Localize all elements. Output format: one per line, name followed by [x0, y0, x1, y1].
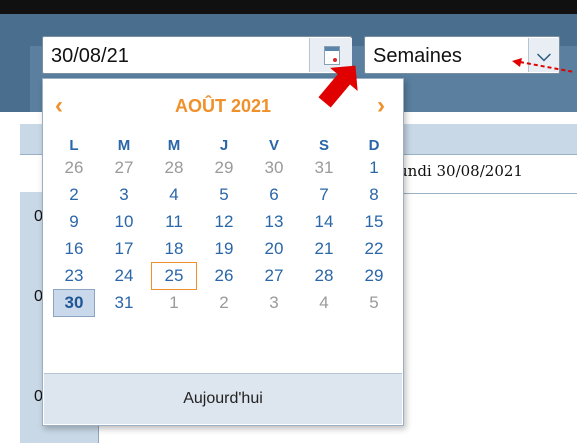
calendar-day[interactable]: 7 — [298, 183, 350, 207]
calendar-day[interactable]: 20 — [248, 237, 300, 261]
calendar-day[interactable]: 29 — [348, 264, 400, 288]
calendar-day[interactable]: 28 — [148, 156, 200, 180]
calendar-day[interactable]: 4 — [298, 291, 350, 315]
top-bar — [0, 0, 577, 14]
calendar-day-today[interactable]: 25 — [151, 262, 197, 290]
calendar-day[interactable]: 9 — [48, 210, 100, 234]
today-button[interactable]: Aujourd'hui — [44, 373, 402, 424]
calendar-day-selected[interactable]: 30 — [53, 289, 95, 317]
calendar-day[interactable]: 3 — [98, 183, 150, 207]
calendar-day[interactable]: 5 — [348, 291, 400, 315]
calendar-day[interactable]: 24 — [98, 264, 150, 288]
calendar-day[interactable]: 4 — [148, 183, 200, 207]
calendar-day[interactable]: 14 — [298, 210, 350, 234]
date-field[interactable]: 30/08/21 — [42, 36, 352, 74]
calendar-day[interactable]: 15 — [348, 210, 400, 234]
calendar-day[interactable]: 27 — [248, 264, 300, 288]
calendar-day[interactable]: 6 — [248, 183, 300, 207]
weekday-header: D — [368, 137, 380, 154]
calendar-day[interactable]: 5 — [198, 183, 250, 207]
calendar-day[interactable]: 26 — [198, 264, 250, 288]
calendar-day[interactable]: 2 — [48, 183, 100, 207]
annotation-arrow-icon — [318, 65, 358, 108]
calendar-day[interactable]: 31 — [298, 156, 350, 180]
calendar-day[interactable]: 26 — [48, 156, 100, 180]
next-month-button[interactable]: › — [377, 92, 385, 120]
weekday-header: J — [219, 137, 229, 154]
calendar-day[interactable]: 16 — [48, 237, 100, 261]
calendar-day[interactable]: 18 — [148, 237, 200, 261]
calendar-day[interactable]: 17 — [98, 237, 150, 261]
weekday-header: M — [117, 137, 131, 154]
date-picker-popup: ‹ AOÛT 2021 › L M M J V S D 26 27 28 29 … — [42, 78, 404, 426]
calendar-day[interactable]: 19 — [198, 237, 250, 261]
weekday-header: M — [167, 137, 181, 154]
calendar-day[interactable]: 3 — [248, 291, 300, 315]
calendar-day[interactable]: 27 — [98, 156, 150, 180]
calendar-day[interactable]: 30 — [248, 156, 300, 180]
period-dropdown-value: Semaines — [373, 45, 462, 67]
calendar-day[interactable]: 23 — [48, 264, 100, 288]
calendar-day[interactable]: 1 — [348, 156, 400, 180]
weekday-header: V — [268, 137, 279, 154]
date-field-value: 30/08/21 — [51, 45, 129, 67]
calendar-day[interactable]: 31 — [98, 291, 150, 315]
calendar-day[interactable]: 11 — [148, 210, 200, 234]
calendar-day[interactable]: 13 — [248, 210, 300, 234]
weekday-header: S — [318, 137, 329, 154]
calendar-day[interactable]: 10 — [98, 210, 150, 234]
dashed-arrow-icon — [512, 58, 575, 73]
calendar-day[interactable]: 22 — [348, 237, 400, 261]
calendar-day[interactable]: 2 — [198, 291, 250, 315]
calendar-day[interactable]: 29 — [198, 156, 250, 180]
schedule-day-label: undi 30/08/2021 — [398, 162, 523, 180]
calendar-day[interactable]: 21 — [298, 237, 350, 261]
weekday-header: L — [69, 137, 79, 154]
calendar-day[interactable]: 12 — [198, 210, 250, 234]
calendar-day[interactable]: 8 — [348, 183, 400, 207]
calendar-day[interactable]: 1 — [148, 291, 200, 315]
calendar-day[interactable]: 28 — [298, 264, 350, 288]
